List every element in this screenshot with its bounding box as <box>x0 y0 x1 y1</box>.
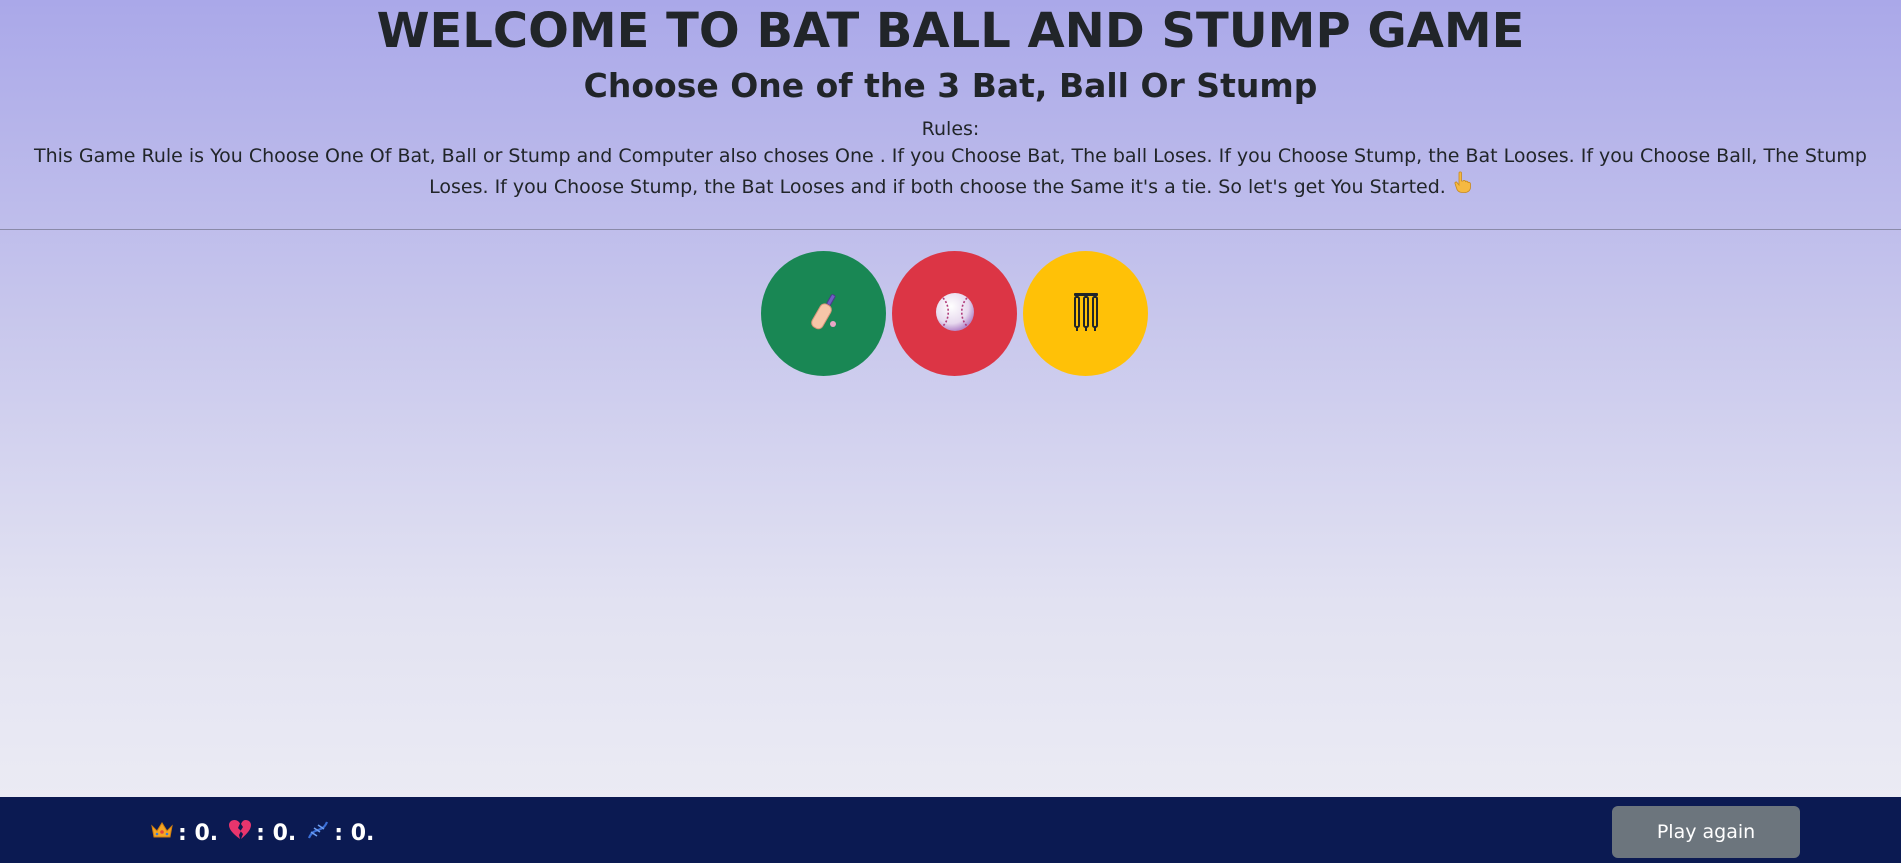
bat-button[interactable] <box>761 251 886 376</box>
divider <box>0 229 1901 230</box>
footer: : 0. : 0. : 0. Play again <box>0 797 1901 863</box>
crown-icon <box>150 820 174 846</box>
stump-button[interactable] <box>1023 251 1148 376</box>
rules-label: Rules: <box>921 118 980 140</box>
broken-heart-icon <box>228 819 252 847</box>
rules-text: This Game Rule is You Choose One Of Bat,… <box>34 145 1867 198</box>
page-subtitle: Choose One of the 3 Bat, Ball Or Stump <box>583 66 1318 105</box>
pointing-up-hand-icon <box>1452 171 1472 198</box>
play-again-button[interactable]: Play again <box>1612 806 1800 858</box>
baseball-icon <box>934 291 976 337</box>
page-title: WELCOME TO BAT BALL AND STUMP GAME <box>376 3 1525 59</box>
wins-score: : 0. <box>150 820 218 846</box>
ball-button[interactable] <box>892 251 1017 376</box>
ties-value: : 0. <box>334 820 375 846</box>
choice-buttons <box>761 251 1148 376</box>
score-board: : 0. : 0. : 0. <box>150 819 374 847</box>
rules-text-block: This Game Rule is You Choose One Of Bat,… <box>0 142 1901 202</box>
wicket-stumps-icon <box>1071 291 1101 337</box>
header: WELCOME TO BAT BALL AND STUMP GAME Choos… <box>0 0 1901 202</box>
cricket-bat-icon <box>807 290 841 338</box>
wins-value: : 0. <box>178 820 219 846</box>
tie-link-icon <box>306 819 330 847</box>
ties-score: : 0. <box>306 819 374 847</box>
losses-value: : 0. <box>256 820 297 846</box>
losses-score: : 0. <box>228 819 296 847</box>
